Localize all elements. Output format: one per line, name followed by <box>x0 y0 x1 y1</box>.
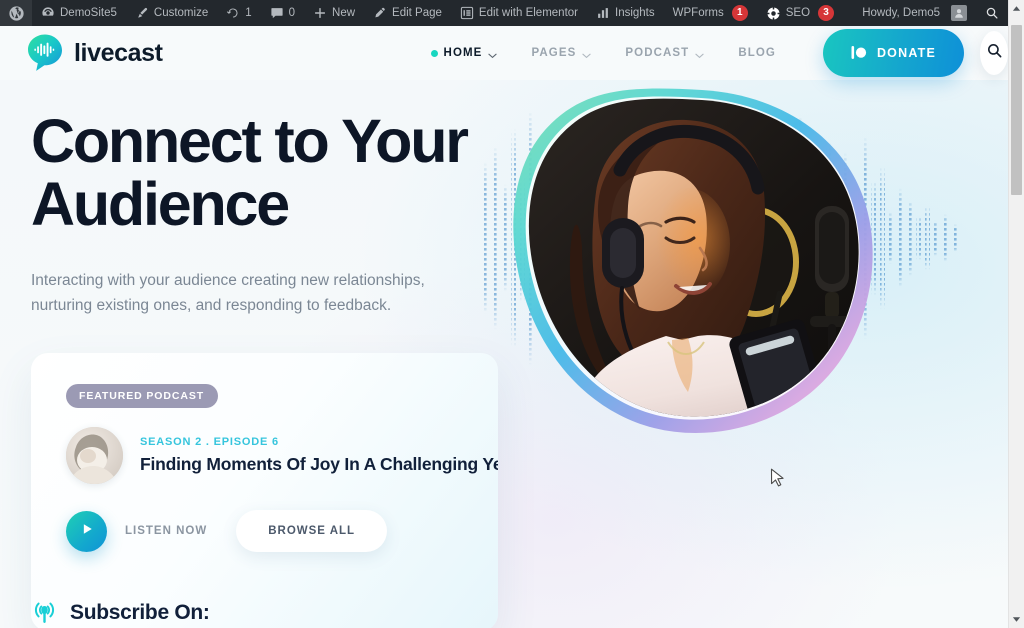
featured-card-actions: LISTEN NOW BROWSE ALL <box>66 510 388 552</box>
adminbar-item-site-name[interactable]: DemoSite5 <box>32 0 126 26</box>
comments-count: 0 <box>288 7 296 19</box>
seo-badge: 3 <box>818 5 835 21</box>
hero-section: Connect to Your Audience Interacting wit… <box>0 80 1008 628</box>
subscribe-section: Subscribe On: <box>31 599 210 626</box>
featured-podcast-card: FEATURED PODCAST SEASON 2 . EPISODE 6 Fi… <box>31 353 498 628</box>
howdy-label: Howdy, Demo5 <box>862 7 940 19</box>
adminbar-label: New <box>332 7 356 19</box>
adminbar-label: DemoSite5 <box>60 7 117 19</box>
browse-all-button[interactable]: BROWSE ALL <box>236 510 388 552</box>
adminbar-label: WPForms <box>672 7 724 19</box>
podcast-broadcast-icon <box>31 599 58 626</box>
nav-item-pages[interactable]: PAGES <box>514 26 608 80</box>
main-navigation: HOME PAGES PODCAST BLOG <box>414 26 793 80</box>
updates-count: 1 <box>245 7 252 19</box>
nav-item-blog[interactable]: BLOG <box>721 26 793 80</box>
adminbar-item-insights[interactable]: Insights <box>587 0 664 26</box>
nav-label: BLOG <box>738 47 776 59</box>
site-header: livecast HOME PAGES PODCAST BLOG DONATE <box>0 26 1008 80</box>
paintbrush-icon <box>135 6 149 20</box>
hero-copy: Connect to Your Audience Interacting wit… <box>31 107 511 318</box>
episode-meta: SEASON 2 . EPISODE 6 <box>140 436 279 448</box>
wpforms-badge: 1 <box>731 5 748 21</box>
wordpress-logo-menu[interactable] <box>0 0 32 26</box>
chevron-down-icon <box>695 50 704 59</box>
adminbar-item-comments[interactable]: 0 <box>261 0 304 26</box>
wordpress-logo-icon <box>9 5 24 21</box>
featured-episode[interactable]: SEASON 2 . EPISODE 6 Finding Moments Of … <box>66 427 498 484</box>
play-button[interactable] <box>66 510 107 552</box>
active-dot-icon <box>430 49 438 57</box>
adminbar-label: Edit with Elementor <box>478 7 578 19</box>
pencil-icon <box>373 6 387 20</box>
donate-button[interactable]: DONATE <box>822 29 964 77</box>
adminbar-search[interactable] <box>976 0 1008 26</box>
adminbar-label: Insights <box>615 7 655 19</box>
bar-chart-icon <box>596 6 610 20</box>
scroll-up-arrow-icon[interactable] <box>1009 0 1024 17</box>
episode-text: SEASON 2 . EPISODE 6 Finding Moments Of … <box>140 436 498 475</box>
search-icon <box>986 42 1003 64</box>
episode-thumbnail <box>66 427 123 484</box>
page-title: Connect to Your Audience <box>31 107 469 239</box>
adminbar-item-seo[interactable]: SEO 3 <box>757 0 843 26</box>
search-icon <box>985 6 999 20</box>
browser-viewport: DemoSite5 Customize 1 0 New Edit Page Ed… <box>0 0 1008 628</box>
adminbar-label: Edit Page <box>392 7 442 19</box>
nav-label: HOME <box>443 47 483 59</box>
nav-label: PODCAST <box>625 47 690 59</box>
browser-scrollbar[interactable] <box>1008 0 1024 628</box>
episode-title: Finding Moments Of Joy In A Challenging … <box>140 454 498 474</box>
wordpress-admin-bar: DemoSite5 Customize 1 0 New Edit Page Ed… <box>0 0 1008 26</box>
adminbar-item-new-content[interactable]: New <box>304 0 364 26</box>
updates-icon <box>226 6 240 20</box>
adminbar-item-wpforms[interactable]: WPForms 1 <box>664 0 757 26</box>
adminbar-item-edit-page[interactable]: Edit Page <box>364 0 451 26</box>
subscribe-label: Subscribe On: <box>70 600 210 624</box>
play-icon <box>80 522 94 541</box>
donate-label: DONATE <box>876 46 936 60</box>
nav-item-home[interactable]: HOME <box>414 26 515 80</box>
nav-label: PAGES <box>531 47 577 59</box>
listen-now-button[interactable]: LISTEN NOW <box>125 525 207 537</box>
chevron-down-icon <box>488 50 498 59</box>
aioseo-icon <box>766 6 781 21</box>
dashboard-icon <box>41 6 55 20</box>
avatar <box>951 5 967 21</box>
adminbar-my-account[interactable]: Howdy, Demo5 <box>853 0 976 26</box>
chevron-down-icon <box>582 50 592 59</box>
hero-image <box>513 88 873 434</box>
scrollbar-thumb[interactable] <box>1011 25 1022 195</box>
nav-item-podcast[interactable]: PODCAST <box>608 26 721 80</box>
adminbar-item-updates[interactable]: 1 <box>217 0 260 26</box>
adminbar-label: SEO <box>785 7 811 19</box>
brand-name: livecast <box>74 38 163 67</box>
brand-logo-link[interactable]: livecast <box>26 33 163 73</box>
adminbar-item-customize[interactable]: Customize <box>126 0 217 26</box>
plus-icon <box>313 6 327 20</box>
livecast-speech-bubble-logo-icon <box>26 33 64 73</box>
adminbar-label: Customize <box>153 7 209 19</box>
comment-icon <box>270 6 284 20</box>
donate-coin-icon <box>851 45 868 61</box>
hero-subtitle: Interacting with your audience creating … <box>31 271 425 314</box>
featured-badge: FEATURED PODCAST <box>66 384 219 408</box>
elementor-icon <box>460 6 474 20</box>
adminbar-item-edit-with-elementor[interactable]: Edit with Elementor <box>451 0 587 26</box>
scroll-down-arrow-icon[interactable] <box>1009 611 1024 628</box>
header-search-button[interactable] <box>980 31 1008 75</box>
